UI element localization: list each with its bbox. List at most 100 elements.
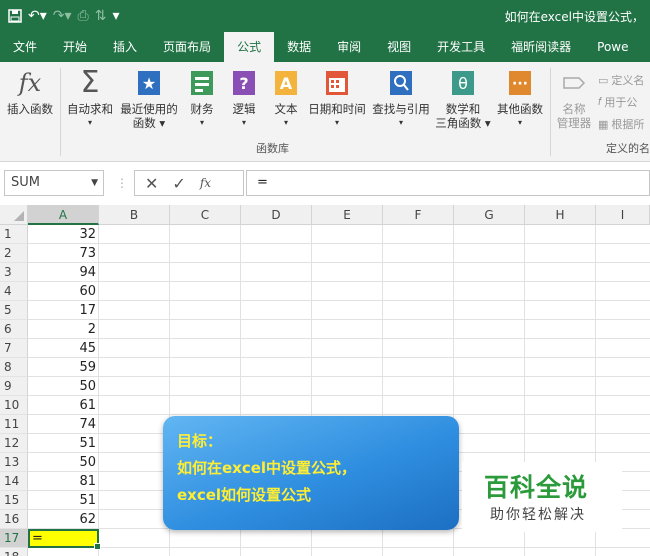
svg-text:★: ★ — [142, 74, 156, 93]
row-header[interactable]: 3 — [0, 263, 28, 282]
tab-review[interactable]: 审阅 — [324, 32, 374, 62]
tab-data[interactable]: 数据 — [274, 32, 324, 62]
svg-text:···: ··· — [512, 76, 528, 92]
column-header-i[interactable]: I — [596, 205, 650, 225]
tag-icon — [561, 68, 587, 98]
brand-name: 百科全说 — [484, 473, 589, 502]
function-library-label: 函数库 — [256, 142, 289, 155]
cell-a8[interactable]: 59 — [28, 358, 99, 377]
tab-developer[interactable]: 开发工具 — [424, 32, 498, 62]
insert-function-button[interactable]: fx 插入函数 — [4, 68, 56, 116]
row-header[interactable]: 6 — [0, 320, 28, 339]
undo-icon[interactable]: ↶▾ — [28, 8, 47, 24]
tab-insert[interactable]: 插入 — [100, 32, 150, 62]
cell-a7[interactable]: 45 — [28, 339, 99, 358]
cell-a5[interactable]: 17 — [28, 301, 99, 320]
tab-formulas[interactable]: 公式 — [224, 32, 275, 62]
cell-a13[interactable]: 50 — [28, 453, 99, 472]
cell-a6[interactable]: 2 — [28, 320, 99, 339]
fx-icon: fx — [18, 69, 42, 97]
define-name-icon: ▭ — [598, 73, 609, 87]
define-name-button[interactable]: ▭ 定义名 — [598, 72, 644, 88]
insert-function-icon[interactable]: fx — [200, 176, 211, 190]
row-header[interactable]: 5 — [0, 301, 28, 320]
formula-input[interactable]: = — [246, 170, 650, 196]
row-header[interactable]: 11 — [0, 415, 28, 434]
row-header[interactable]: 9 — [0, 377, 28, 396]
print-preview-icon[interactable]: ⎙ — [78, 8, 89, 24]
save-icon[interactable] — [8, 9, 22, 23]
cell-a16[interactable]: 62 — [28, 510, 99, 529]
text-a-icon: A — [273, 68, 299, 98]
row-header[interactable]: 16 — [0, 510, 28, 529]
cell-a9[interactable]: 50 — [28, 377, 99, 396]
column-header-e[interactable]: E — [312, 205, 383, 225]
cell-a12[interactable]: 51 — [28, 434, 99, 453]
column-header-g[interactable]: G — [454, 205, 525, 225]
active-cell-a17[interactable]: = — [28, 529, 101, 550]
tab-view[interactable]: 视图 — [374, 32, 424, 62]
cancel-icon[interactable]: ✕ — [145, 174, 158, 193]
column-header-b[interactable]: B — [99, 205, 170, 225]
cell-a15[interactable]: 51 — [28, 491, 99, 510]
autosum-button[interactable]: Σ 自动求和 ▾ — [64, 68, 116, 130]
row-header[interactable]: 14 — [0, 472, 28, 491]
row-header[interactable]: 13 — [0, 453, 28, 472]
ribbon-separator — [550, 68, 551, 156]
create-from-selection-button[interactable]: ▦ 根据所 — [598, 116, 644, 132]
customize-qat-icon[interactable]: ▾ — [112, 8, 119, 24]
column-header-f[interactable]: F — [383, 205, 454, 225]
row-header[interactable]: 15 — [0, 491, 28, 510]
financial-icon — [189, 68, 215, 98]
banner-line-1: 目标： — [177, 432, 223, 450]
cell-a11[interactable]: 74 — [28, 415, 99, 434]
financial-button[interactable]: 财务 ▾ — [186, 68, 218, 130]
cell-a10[interactable]: 61 — [28, 396, 99, 415]
cell-a2[interactable]: 73 — [28, 244, 99, 263]
ribbon-formulas: fx 插入函数 Σ 自动求和 ▾ ★ 最近使用的 函数 ▾ 财务 ▾ ? 逻辑 … — [0, 62, 650, 162]
formula-bar-splitter[interactable]: ⋮ — [116, 176, 128, 190]
chevron-down-icon[interactable]: ▼ — [91, 171, 98, 195]
cell-a1[interactable]: 32 — [28, 225, 99, 244]
svg-text:?: ? — [239, 74, 248, 93]
name-box[interactable]: SUM ▼ — [4, 170, 104, 196]
row-header[interactable]: 4 — [0, 282, 28, 301]
datetime-button[interactable]: 日期和时间 ▾ — [306, 68, 368, 130]
use-in-formula-button[interactable]: 𝑓 用于公 — [598, 94, 637, 110]
row-header[interactable]: 10 — [0, 396, 28, 415]
banner-line-2: 如何在excel中设置公式， — [177, 459, 357, 477]
row-header[interactable]: 2 — [0, 244, 28, 263]
text-functions-button[interactable]: A 文本 ▾ — [270, 68, 302, 130]
row-header[interactable]: 1 — [0, 225, 28, 244]
tab-page-layout[interactable]: 页面布局 — [150, 32, 224, 62]
name-manager-button[interactable]: 名称 管理器 — [554, 68, 594, 130]
formula-buttons: ✕ ✓ fx — [134, 170, 244, 196]
cell-a4[interactable]: 60 — [28, 282, 99, 301]
banner-line-3: excel如何设置公式 — [177, 486, 312, 504]
logical-button[interactable]: ? 逻辑 ▾ — [228, 68, 260, 130]
row-header[interactable]: 8 — [0, 358, 28, 377]
lookup-reference-button[interactable]: 查找与引用 ▾ — [370, 68, 432, 130]
column-header-a[interactable]: A — [28, 205, 99, 225]
tab-file[interactable]: 文件 — [0, 32, 50, 62]
tab-home[interactable]: 开始 — [50, 32, 100, 62]
more-functions-button[interactable]: ··· 其他函数 ▾ — [494, 68, 546, 130]
row-header[interactable]: 18 — [0, 548, 28, 556]
math-trig-button[interactable]: θ 数学和 三角函数 ▾ — [434, 68, 492, 130]
column-header-h[interactable]: H — [525, 205, 596, 225]
cell-a3[interactable]: 94 — [28, 263, 99, 282]
select-all-button[interactable] — [0, 205, 28, 225]
enter-icon[interactable]: ✓ — [172, 174, 185, 193]
tab-power[interactable]: Powe — [584, 32, 641, 62]
row-header-active[interactable]: 17 — [0, 529, 28, 548]
column-header-d[interactable]: D — [241, 205, 312, 225]
tab-foxit-reader[interactable]: 福昕阅读器 — [498, 32, 584, 62]
sort-icon[interactable]: ⇅ — [95, 8, 107, 24]
cell-a14[interactable]: 81 — [28, 472, 99, 491]
recently-used-button[interactable]: ★ 最近使用的 函数 ▾ — [118, 68, 180, 130]
row-header[interactable]: 12 — [0, 434, 28, 453]
column-header-c[interactable]: C — [170, 205, 241, 225]
redo-icon[interactable]: ↷▾ — [53, 8, 72, 24]
window-title: 如何在excel中设置公式， — [504, 10, 644, 24]
row-header[interactable]: 7 — [0, 339, 28, 358]
